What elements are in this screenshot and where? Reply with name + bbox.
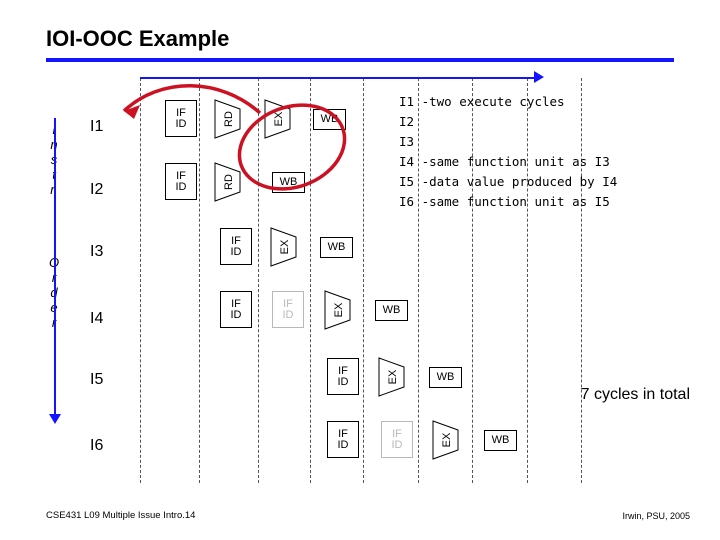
notes-line-4: I4 -same function unit as I3 xyxy=(399,154,610,169)
cycle-divider-4 xyxy=(310,78,311,483)
cycle-divider-6 xyxy=(418,78,419,483)
stage-ex-i4-label: EX xyxy=(333,302,345,317)
cycle-divider-8 xyxy=(527,78,528,483)
stage-wb-i3: WB xyxy=(320,237,353,258)
stage-ifid-i3-line2: ID xyxy=(230,245,242,258)
stage-ex-i5-label: EX xyxy=(387,369,399,384)
slide-canvas: IOI-OOC Example I n s t r. O r d e r I1 … xyxy=(0,0,720,540)
stage-ifid-i4-stalled-line1: IF xyxy=(283,297,293,310)
stage-wb-i2: WB xyxy=(272,172,305,193)
notes-line-5: I5 -data value produced by I4 xyxy=(399,174,618,189)
instr-order-axis-line xyxy=(54,118,56,418)
total-cycles-note: 7 cycles in total xyxy=(580,386,690,403)
notes-line-1: I1 -two execute cycles xyxy=(399,94,565,109)
stage-ifid-i4-line1: IF xyxy=(231,297,241,310)
stage-ex-i1-label: EX xyxy=(273,111,285,126)
notes-line-2: I2 xyxy=(399,114,415,129)
cycle-divider-2 xyxy=(199,78,200,483)
stage-ifid-i1-line1: IF xyxy=(176,106,186,119)
stage-ex-i1: EX xyxy=(264,99,291,139)
instruction-label-i4: I4 xyxy=(90,310,104,327)
time-axis-arrow xyxy=(140,77,538,79)
stage-ifid-i6-stalled: IF ID xyxy=(381,421,413,458)
stage-wb-i6-label: WB xyxy=(491,434,510,446)
stage-ex-i6: EX xyxy=(432,420,459,460)
instruction-label-i5: I5 xyxy=(90,371,104,388)
stage-wb-i4: WB xyxy=(375,300,408,321)
stage-ifid-i5-line1: IF xyxy=(338,364,348,377)
stage-rd-i2: RD xyxy=(214,162,241,202)
notes-line-6: I6 -same function unit as I5 xyxy=(399,194,610,209)
stage-rd-i2-label: RD xyxy=(223,174,235,190)
stage-ifid-i6-line2: ID xyxy=(337,438,349,451)
stage-ifid-i1: IF ID xyxy=(165,100,197,137)
stage-ifid-i2-line1: IF xyxy=(176,169,186,182)
cycle-divider-9 xyxy=(581,78,582,483)
stage-ifid-i1-line2: ID xyxy=(175,117,187,130)
stage-ex-i3: EX xyxy=(270,227,297,267)
stage-ifid-i6-stalled-line1: IF xyxy=(392,427,402,440)
stage-wb-i5: WB xyxy=(429,367,462,388)
instruction-label-i2: I2 xyxy=(90,181,104,198)
notes-line-3: I3 xyxy=(399,134,415,149)
instruction-label-i3: I3 xyxy=(90,243,104,260)
stage-ifid-i6: IF ID xyxy=(327,421,359,458)
stage-ex-i6-label: EX xyxy=(441,432,453,447)
footer-left-text: CSE431 L09 Multiple Issue Intro.14 xyxy=(46,510,196,521)
instruction-label-i6: I6 xyxy=(90,437,104,454)
stage-rd-i1-label: RD xyxy=(223,111,235,127)
stage-wb-i3-label: WB xyxy=(327,241,346,253)
footer-right-text: Irwin, PSU, 2005 xyxy=(622,511,690,521)
stage-wb-i4-label: WB xyxy=(382,304,401,316)
stage-ifid-i5-line2: ID xyxy=(337,375,349,388)
stage-ifid-i2: IF ID xyxy=(165,163,197,200)
stage-ifid-i2-line2: ID xyxy=(175,180,187,193)
stage-wb-i2-label: WB xyxy=(279,176,298,188)
page-title: IOI-OOC Example xyxy=(46,26,230,51)
stage-ex-i5: EX xyxy=(378,357,405,397)
stage-ex-i3-label: EX xyxy=(279,239,291,254)
stage-ifid-i6-line1: IF xyxy=(338,427,348,440)
stage-wb-i6: WB xyxy=(484,430,517,451)
stage-ifid-i4: IF ID xyxy=(220,291,252,328)
stage-ifid-i6-stalled-line2: ID xyxy=(391,438,403,451)
instr-order-axis-arrowhead xyxy=(49,414,61,424)
time-axis-arrowhead xyxy=(534,71,544,83)
stage-wb-i1-label: WB xyxy=(320,113,339,125)
stage-rd-i1: RD xyxy=(214,99,241,139)
stage-wb-i5-label: WB xyxy=(436,371,455,383)
stage-wb-i1: WB xyxy=(313,109,346,130)
stage-ifid-i3: IF ID xyxy=(220,228,252,265)
stage-ifid-i4-stalled-line2: ID xyxy=(282,308,294,321)
stage-ifid-i4-stalled: IF ID xyxy=(272,291,304,328)
cycle-divider-1 xyxy=(140,78,141,483)
instruction-label-i1: I1 xyxy=(90,118,104,135)
stage-ex-i4: EX xyxy=(324,290,351,330)
cycle-divider-5 xyxy=(363,78,364,483)
stage-ifid-i5: IF ID xyxy=(327,358,359,395)
title-underline xyxy=(46,58,674,62)
stage-ifid-i3-line1: IF xyxy=(231,234,241,247)
stage-ifid-i4-line2: ID xyxy=(230,308,242,321)
cycle-divider-3 xyxy=(258,78,259,483)
